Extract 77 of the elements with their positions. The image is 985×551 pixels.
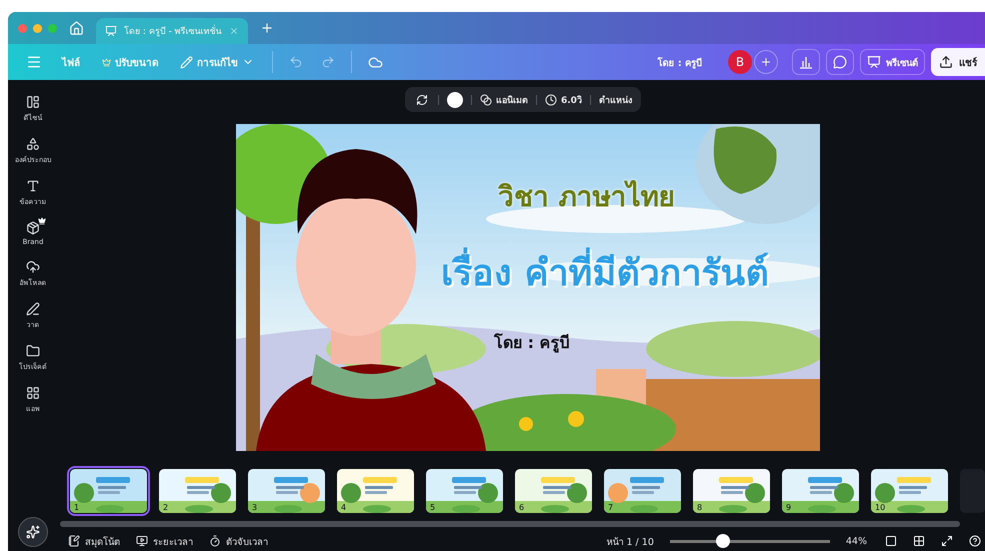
share-button[interactable]: แชร์ — [931, 48, 985, 76]
timer-button[interactable]: ตัวจับเวลา — [209, 534, 268, 549]
cloud-icon — [368, 54, 383, 70]
slide-author: โดย : ครูบี — [494, 332, 570, 355]
page-thumbnail[interactable]: 4 — [337, 469, 414, 514]
home-button[interactable] — [67, 18, 86, 38]
notebook-icon — [68, 535, 80, 548]
page-thumbnail[interactable]: 7 — [604, 469, 681, 514]
page-thumbnail[interactable]: 10 — [871, 469, 948, 514]
undo-icon — [289, 55, 303, 69]
help-button[interactable] — [967, 533, 983, 550]
slider-thumb[interactable] — [716, 534, 730, 548]
crown-icon — [102, 58, 111, 66]
box-icon — [26, 221, 40, 235]
shapes-icon — [26, 137, 40, 151]
timer-icon — [209, 535, 221, 548]
duration-button[interactable]: ระยะเวลา — [136, 534, 193, 549]
help-icon — [969, 535, 981, 548]
duration-button[interactable]: 6.0วิ — [545, 92, 582, 107]
tab-title: โดย : ครูบี - พรีเซนเทชั่น — [124, 24, 222, 38]
speech-bubble-icon — [833, 55, 847, 69]
menu-icon — [26, 54, 42, 70]
presentation-icon — [867, 55, 881, 69]
comment-button[interactable] — [826, 49, 854, 75]
upload-icon — [939, 55, 953, 69]
grid-icon — [26, 386, 40, 400]
page-thumbnail[interactable]: 9 — [782, 469, 859, 514]
user-avatar[interactable]: B — [728, 50, 752, 74]
page-number: 3 — [252, 503, 258, 512]
refresh-icon — [416, 94, 428, 106]
grid-icon — [913, 535, 925, 548]
author-name: โดย : ครูบี — [658, 56, 702, 70]
page-thumbnail[interactable]: 6 — [515, 469, 592, 514]
page-number: 4 — [341, 503, 346, 512]
color-swatch[interactable] — [447, 92, 463, 108]
folder-icon — [26, 344, 40, 358]
square-icon — [885, 535, 897, 548]
plus-icon — [760, 56, 772, 68]
page-number: 5 — [430, 503, 436, 512]
page-number: 10 — [875, 503, 886, 512]
page-thumbnail[interactable]: 8 — [693, 469, 770, 514]
page-number: 7 — [608, 503, 614, 512]
page-number: 1 — [74, 503, 80, 512]
page-number: 8 — [697, 503, 702, 512]
magic-button[interactable] — [18, 517, 48, 547]
redo-icon — [321, 55, 335, 69]
position-button[interactable]: ตำแหน่ง — [598, 92, 632, 107]
play-screen-icon — [136, 535, 148, 548]
presentation-icon — [105, 25, 117, 37]
slide-subject: วิชา ภาษาไทย — [498, 179, 675, 216]
cloud-upload-icon — [26, 260, 40, 274]
sparkles-icon — [26, 525, 40, 539]
expand-icon — [941, 535, 953, 548]
home-icon — [69, 20, 84, 36]
insights-button[interactable] — [792, 49, 820, 75]
zoom-reading: 44% — [846, 536, 867, 547]
pencil-icon — [180, 56, 193, 68]
page-thumbnail[interactable]: 2 — [159, 469, 236, 514]
layout-icon — [26, 95, 40, 109]
pen-icon — [26, 302, 40, 316]
text-icon — [26, 179, 40, 193]
animate-button[interactable]: แอนิเมต — [480, 92, 528, 107]
page-number: 9 — [786, 503, 792, 512]
page-number: 6 — [519, 503, 524, 512]
page-thumbnail[interactable]: 5 — [426, 469, 503, 514]
page-indicator: หน้า 1 / 10 — [606, 536, 654, 549]
bar-chart-icon — [799, 55, 813, 69]
notes-button[interactable]: สมุดโน้ต — [68, 534, 120, 549]
page-thumbnail[interactable]: 3 — [248, 469, 325, 514]
slide-title: เรื่อง คำที่มีตัวการันต์ — [441, 244, 769, 302]
page-number: 2 — [163, 503, 168, 512]
page-thumbnail[interactable]: 1 — [70, 469, 147, 514]
plus-icon — [260, 21, 274, 35]
present-button[interactable]: พรีเซนต์ — [860, 49, 925, 75]
blend-icon — [480, 94, 492, 106]
add-user-button[interactable] — [754, 50, 778, 74]
clock-icon — [545, 94, 557, 106]
